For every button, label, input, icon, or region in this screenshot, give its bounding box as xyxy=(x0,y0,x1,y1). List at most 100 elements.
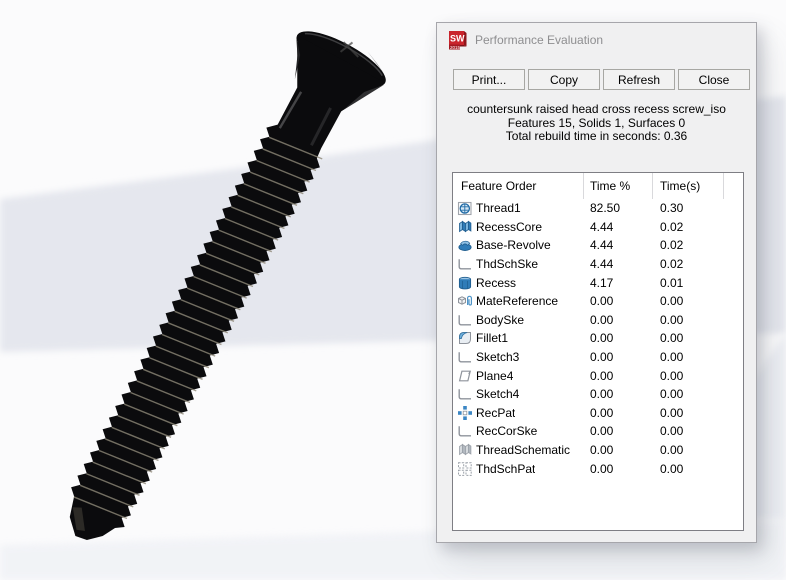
thread-icon xyxy=(457,200,473,216)
time-pct-value: 4.44 xyxy=(584,257,653,271)
feature-name-cell: ThdSchPat xyxy=(453,461,584,477)
time-pct-value: 82.50 xyxy=(584,201,653,215)
column-header-feature-order: Feature Order xyxy=(453,173,584,199)
time-s-value: 0.00 xyxy=(653,387,724,401)
feature-name: Thread1 xyxy=(476,201,521,215)
pattern-suppressed-icon xyxy=(457,461,473,477)
performance-evaluation-dialog: SW 2015 Performance Evaluation Print... … xyxy=(436,22,757,543)
feature-row: Base-Revolve 4.440.02 xyxy=(453,236,743,255)
refresh-button[interactable]: Refresh xyxy=(603,69,675,90)
time-s-value: 0.00 xyxy=(653,294,724,308)
plane-icon xyxy=(457,368,473,384)
mate-reference-icon xyxy=(457,293,473,309)
extrude-thin-icon xyxy=(457,219,473,235)
sketch-icon xyxy=(457,349,473,365)
time-pct-value: 4.17 xyxy=(584,276,653,290)
feature-row: RecCorSke 0.000.00 xyxy=(453,422,743,441)
close-button[interactable]: Close xyxy=(678,69,750,90)
feature-name: Sketch4 xyxy=(476,387,519,401)
feature-row: RecessCore4.440.02 xyxy=(453,218,743,237)
pattern-icon xyxy=(457,405,473,421)
feature-name-cell: MateReference xyxy=(453,293,584,309)
summary-block: countersunk raised head cross recess scr… xyxy=(437,103,756,144)
sketch-icon xyxy=(457,256,473,272)
time-pct-value: 0.00 xyxy=(584,424,653,438)
window-title: Performance Evaluation xyxy=(475,33,603,47)
features-line: Features 15, Solids 1, Surfaces 0 xyxy=(437,117,756,131)
time-pct-value: 0.00 xyxy=(584,350,653,364)
feature-time-table: Feature Order Time % Time(s) Thread1 82.5… xyxy=(452,172,744,531)
time-s-value: 0.00 xyxy=(653,331,724,345)
feature-name-cell: ThdSchSke xyxy=(453,256,584,272)
time-pct-value: 0.00 xyxy=(584,443,653,457)
title-bar[interactable]: SW 2015 Performance Evaluation xyxy=(437,23,756,57)
feature-name: RecPat xyxy=(476,406,515,420)
feature-name: BodySke xyxy=(476,313,524,327)
sketch-icon xyxy=(457,386,473,402)
feature-row: Sketch3 0.000.00 xyxy=(453,348,743,367)
sketch-icon xyxy=(457,312,473,328)
feature-name: Recess xyxy=(476,276,516,290)
feature-name: RecessCore xyxy=(476,220,542,234)
feature-row: Fillet1 0.000.00 xyxy=(453,329,743,348)
feature-row: ThreadSchematic0.000.00 xyxy=(453,441,743,460)
boss-icon xyxy=(457,275,473,291)
feature-name-cell: BodySke xyxy=(453,312,584,328)
feature-row: MateReference 0.000.00 xyxy=(453,292,743,311)
rebuild-line: Total rebuild time in seconds: 0.36 xyxy=(437,130,756,144)
feature-name-cell: Plane4 xyxy=(453,368,584,384)
time-s-value: 0.00 xyxy=(653,313,724,327)
time-pct-value: 4.44 xyxy=(584,238,653,252)
feature-row: ThdSchSke 4.440.02 xyxy=(453,255,743,274)
feature-row: ThdSchPat0.000.00 xyxy=(453,459,743,478)
feature-name: ThdSchSke xyxy=(476,257,538,271)
time-pct-value: 0.00 xyxy=(584,331,653,345)
solidworks-logo-icon: SW 2015 xyxy=(448,30,467,50)
time-s-value: 0.02 xyxy=(653,257,724,271)
time-s-value: 0.00 xyxy=(653,462,724,476)
feature-row: Thread1 82.500.30 xyxy=(453,199,743,218)
time-s-value: 0.00 xyxy=(653,424,724,438)
time-pct-value: 0.00 xyxy=(584,313,653,327)
feature-name-cell: Base-Revolve xyxy=(453,237,584,253)
feature-name-cell: Fillet1 xyxy=(453,330,584,346)
time-s-value: 0.01 xyxy=(653,276,724,290)
feature-name-cell: ThreadSchematic xyxy=(453,442,584,458)
feature-name-cell: Recess xyxy=(453,275,584,291)
feature-name-cell: RecessCore xyxy=(453,219,584,235)
feature-name: RecCorSke xyxy=(476,424,537,438)
feature-name-cell: Thread1 xyxy=(453,200,584,216)
feature-row: BodySke 0.000.00 xyxy=(453,311,743,330)
time-s-value: 0.00 xyxy=(653,369,724,383)
feature-name-cell: RecCorSke xyxy=(453,423,584,439)
sketch-icon xyxy=(457,423,473,439)
time-s-value: 0.00 xyxy=(653,350,724,364)
time-s-value: 0.02 xyxy=(653,238,724,252)
time-s-value: 0.00 xyxy=(653,406,724,420)
time-pct-value: 4.44 xyxy=(584,220,653,234)
column-header-time-s: Time(s) xyxy=(653,173,724,199)
feature-name: Fillet1 xyxy=(476,331,508,345)
copy-button[interactable]: Copy xyxy=(528,69,600,90)
dialog-button-row: Print... Copy Refresh Close xyxy=(453,69,750,90)
svg-text:SW: SW xyxy=(450,34,465,44)
feature-row: RecPat0.000.00 xyxy=(453,404,743,423)
table-body: Thread182.500.30RecessCore4.440.02Base-R… xyxy=(453,199,743,478)
feature-name-cell: RecPat xyxy=(453,405,584,421)
feature-name-cell: Sketch3 xyxy=(453,349,584,365)
revolve-icon xyxy=(457,237,473,253)
feature-name-cell: Sketch4 xyxy=(453,386,584,402)
feature-name: MateReference xyxy=(476,294,558,308)
time-pct-value: 0.00 xyxy=(584,387,653,401)
column-header-time-pct: Time % xyxy=(584,173,653,199)
feature-row: Sketch4 0.000.00 xyxy=(453,385,743,404)
time-pct-value: 0.00 xyxy=(584,369,653,383)
time-pct-value: 0.00 xyxy=(584,462,653,476)
feature-name: Sketch3 xyxy=(476,350,519,364)
feature-name: Plane4 xyxy=(476,369,513,383)
time-s-value: 0.30 xyxy=(653,201,724,215)
print-button[interactable]: Print... xyxy=(453,69,525,90)
feature-name: Base-Revolve xyxy=(476,238,551,252)
feature-row: Recess 4.170.01 xyxy=(453,273,743,292)
time-pct-value: 0.00 xyxy=(584,294,653,308)
